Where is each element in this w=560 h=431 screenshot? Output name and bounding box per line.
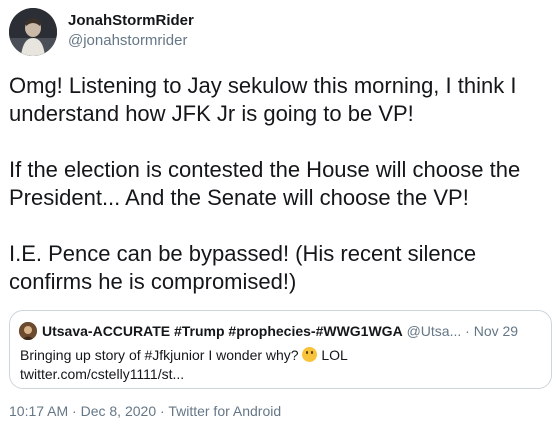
quoted-date: Nov 29 [473,323,519,339]
quoted-text: Bringing up story of #Jfkjunior I wonder… [20,346,540,384]
quoted-text-lol: LOL [321,347,348,363]
quoted-avatar-image [19,322,37,340]
tweet-paragraph: Omg! Listening to Jay sekulow this morni… [9,73,517,126]
tweet-text: Omg! Listening to Jay sekulow this morni… [9,72,549,324]
tweet-date[interactable]: Dec 8, 2020 [81,403,157,419]
quoted-handle: @Utsa... [406,323,462,339]
quoted-link[interactable]: twitter.com/cstelly1111/st... [20,365,540,384]
author-handle[interactable]: @jonahstormrider [68,32,187,49]
tweet-source[interactable]: Twitter for Android [168,403,281,419]
tweet-meta: 10:17 AM · Dec 8, 2020 · Twitter for And… [9,403,281,419]
author-display-name[interactable]: JonahStormRider [68,12,194,29]
quoted-header: Utsava-ACCURATE #Trump #prophecies-#WWG1… [42,322,547,340]
quoted-separator: · [465,323,470,339]
quoted-author-avatar [19,322,37,340]
quoted-tweet[interactable]: Utsava-ACCURATE #Trump #prophecies-#WWG1… [9,310,552,389]
quoted-display-name: Utsava-ACCURATE #Trump #prophecies-#WWG1… [42,323,403,339]
thinking-face-icon [302,347,318,362]
quoted-text-main: Bringing up story of #Jfkjunior I wonder… [20,347,299,363]
tweet-time[interactable]: 10:17 AM [9,403,68,419]
meta-separator: · [160,403,165,419]
meta-separator: · [72,403,77,419]
tweet-card: JonahStormRider @jonahstormrider Omg! Li… [0,0,560,431]
tweet-paragraph: I.E. Pence can be bypassed! (His recent … [9,241,477,294]
quoted-text-line: Bringing up story of #Jfkjunior I wonder… [20,346,540,365]
avatar-image [9,8,57,56]
tweet-paragraph: If the election is contested the House w… [9,157,521,210]
author-avatar[interactable] [9,8,57,56]
